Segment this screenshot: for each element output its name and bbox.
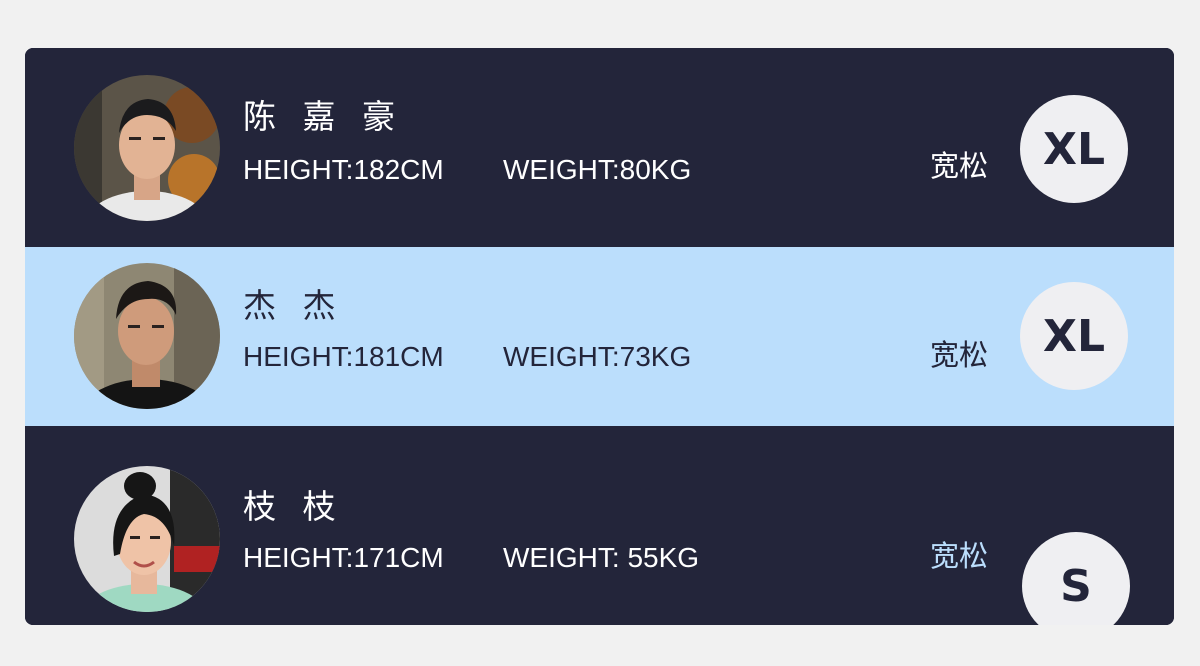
member-height: HEIGHT:171CM [243,542,444,573]
member-height: HEIGHT:182CM [243,154,444,185]
fit-label: 宽松 [930,338,989,372]
member-row[interactable]: 枝 枝 HEIGHT:171CM WEIGHT: 55KG 宽松 S [25,426,1174,625]
member-height: HEIGHT:181CM [243,341,444,372]
avatar [74,263,220,409]
member-weight: WEIGHT:80KG [503,154,692,185]
member-name: 陈 嘉 豪 [243,97,403,136]
member-list: 陈 嘉 豪 HEIGHT:182CM WEIGHT:80KG 宽松 XL 杰 杰… [25,48,1174,625]
size-badge: S [1022,532,1130,625]
avatar [74,75,220,221]
member-row[interactable]: 杰 杰 HEIGHT:181CM WEIGHT:73KG 宽松 XL [25,247,1174,426]
fit-label: 宽松 [930,539,989,573]
member-name: 杰 杰 [243,286,344,325]
fit-label: 宽松 [930,149,989,183]
size-badge: XL [1020,282,1128,390]
member-weight: WEIGHT: 55KG [503,542,700,573]
size-badge: XL [1020,95,1128,203]
avatar [74,466,220,612]
member-name: 枝 枝 [243,487,344,526]
member-row[interactable]: 陈 嘉 豪 HEIGHT:182CM WEIGHT:80KG 宽松 XL [25,48,1174,247]
member-weight: WEIGHT:73KG [503,341,692,372]
